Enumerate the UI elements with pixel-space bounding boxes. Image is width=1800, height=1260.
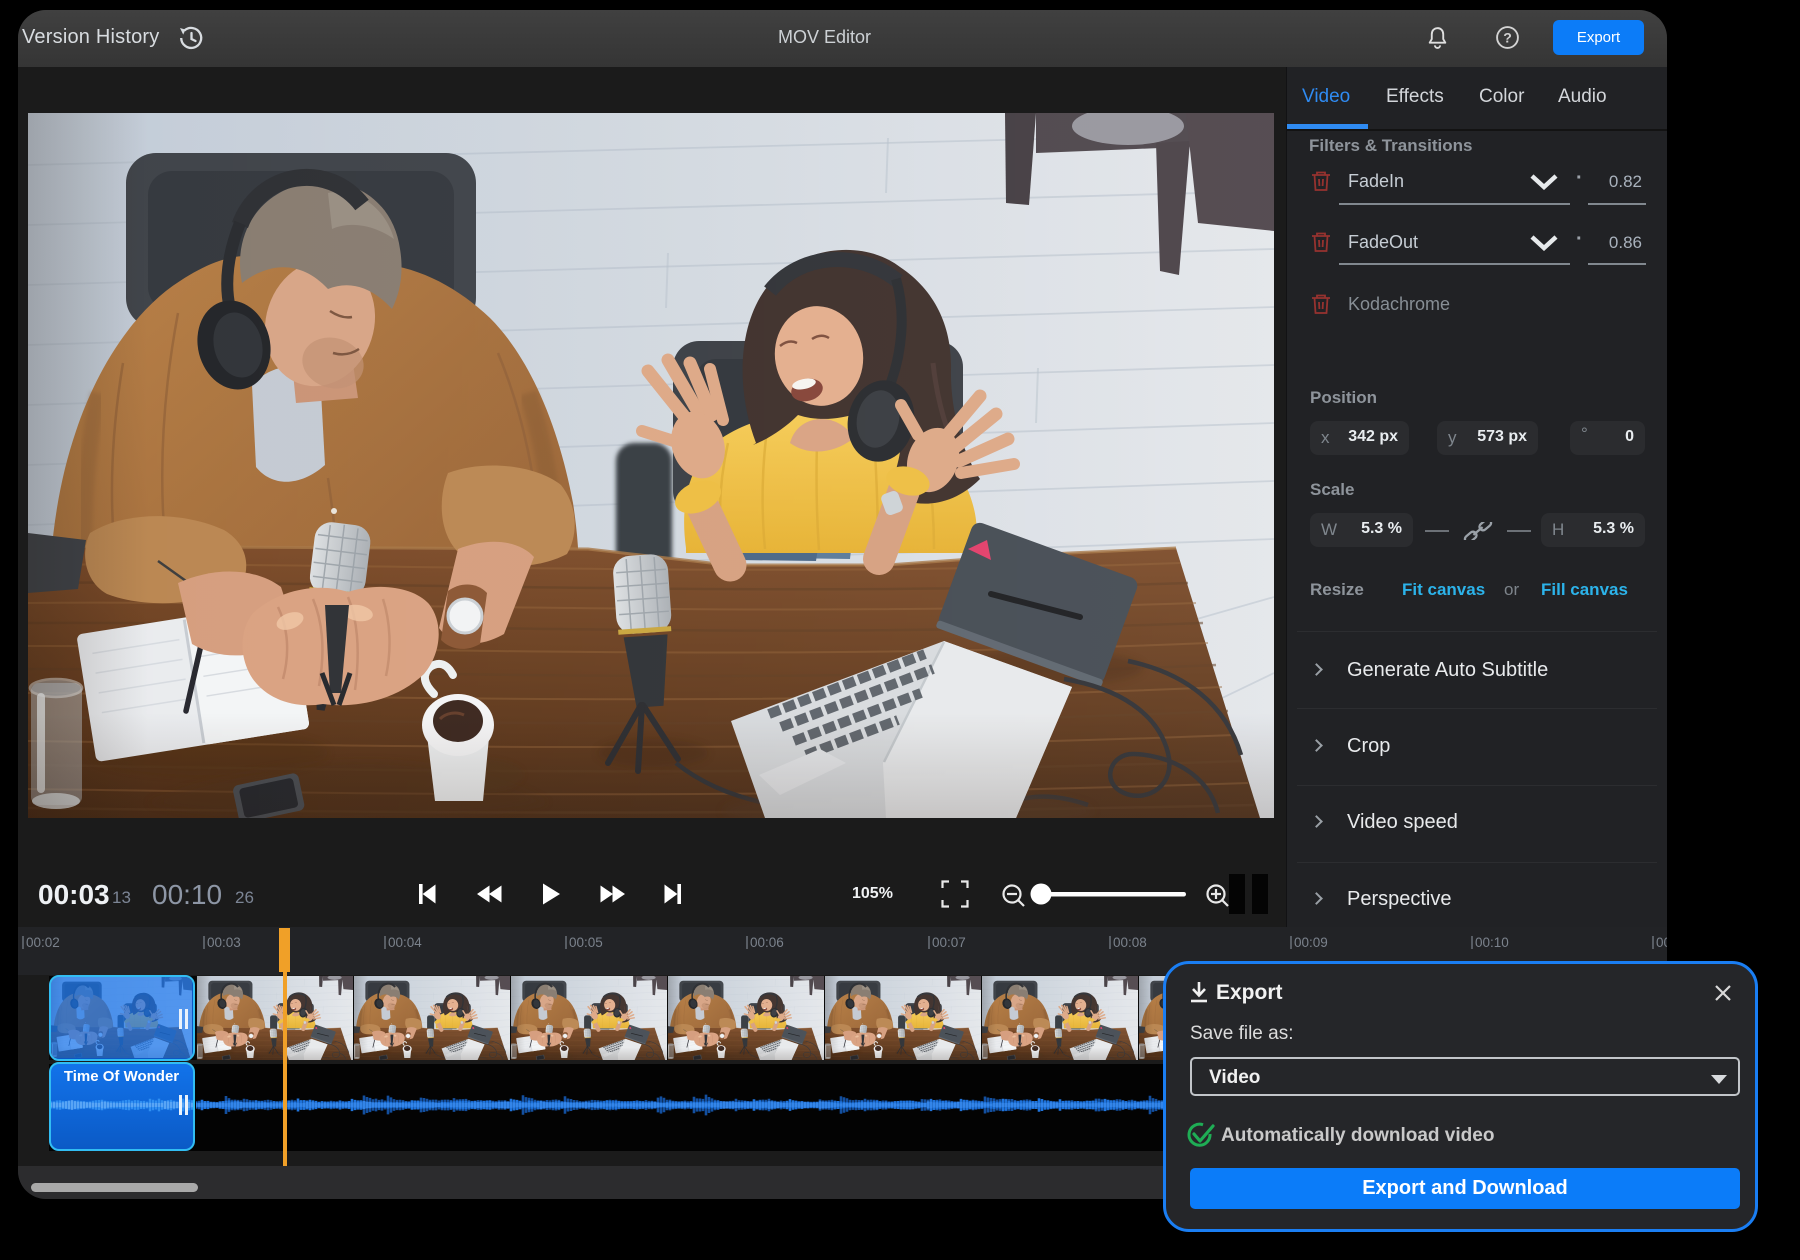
svg-text:?: ?	[1503, 30, 1512, 46]
